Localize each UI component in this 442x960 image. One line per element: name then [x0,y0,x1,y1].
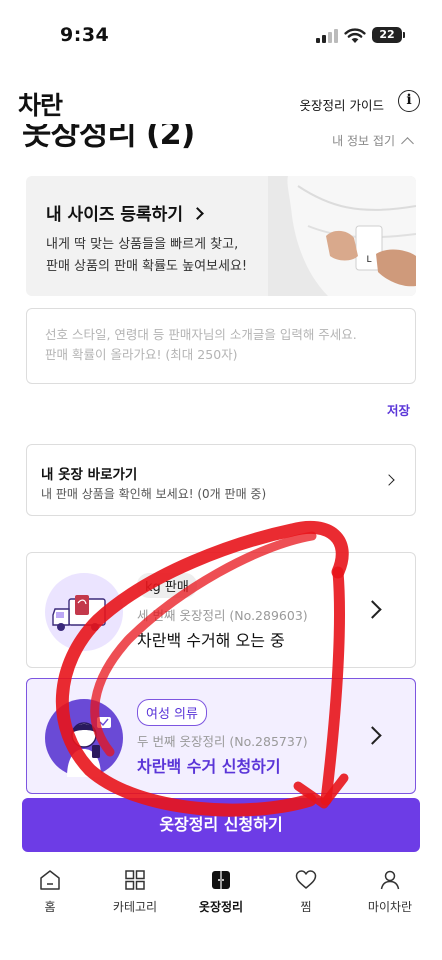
my-closet-subtitle: 내 판매 상품을 확인해 보세요! (0개 판매 중) [41,487,267,501]
tab-label: 마이차란 [367,900,413,914]
status-time: 9:34 [60,24,110,46]
size-card-title-text: 내 사이즈 등록하기 [46,205,183,225]
size-card-title: 내 사이즈 등록하기 [46,200,204,225]
order-status: 차란백 수거해 오는 중 [137,631,285,650]
bottom-tab-bar: 홈 카테고리 옷장정리 찜 마이차란 [0,858,442,960]
closet-cleanup-apply-button[interactable]: 옷장정리 신청하기 [22,798,420,852]
tab-label: 옷장정리 [198,900,244,914]
shirt-label-image: L [268,176,416,296]
heart-icon [295,870,317,889]
chevron-up-icon [401,137,414,150]
order-status: 차란백 수거 신청하기 [137,757,281,776]
my-closet-link[interactable]: 내 옷장 바로가기 내 판매 상품을 확인해 보세요! (0개 판매 중) [26,444,416,516]
tab-wishlist[interactable]: 찜 [266,868,346,915]
home-icon [40,870,60,890]
info-icon[interactable]: i [398,90,420,112]
shirt-tag-size: L [366,255,371,265]
order-number: 두 번째 옷장정리 (No.285737) [137,734,308,749]
intro-placeholder-line2: 판매 확률이 올라가요! (최대 250자) [45,347,238,362]
tab-label: 홈 [44,900,56,914]
tab-my-charan[interactable]: 마이차란 [350,868,430,915]
chevron-right-icon [363,726,382,745]
app-header: 차란 옷장정리 가이드 i [0,84,442,124]
category-grid-icon [125,870,145,890]
cellular-signal-icon [316,29,338,43]
closet-guide-link[interactable]: 옷장정리 가이드 [300,95,384,114]
tab-category[interactable]: 카테고리 [95,868,175,915]
order-number: 세 번째 옷장정리 (No.289603) [137,608,308,623]
tab-label: 찜 [300,900,312,914]
tab-closet[interactable]: 옷장정리 [181,868,261,915]
battery-icon: 22 [372,27,405,43]
delivery-truck-icon [45,573,123,651]
order-tag: kg 판매 [137,573,197,598]
closet-icon [212,871,230,889]
collapse-info-button[interactable]: 내 정보 접기 [332,132,414,150]
size-card-description: 내게 딱 맞는 상품들을 빠르게 찾고, 판매 상품의 판매 확률도 높여보세요… [46,234,247,278]
collapse-label: 내 정보 접기 [332,134,395,148]
order-card-womens-clothing[interactable]: 여성 의류 두 번째 옷장정리 (No.285737) 차란백 수거 신청하기 [26,678,416,794]
size-register-card[interactable]: 내 사이즈 등록하기 내게 딱 맞는 상품들을 빠르게 찾고, 판매 상품의 판… [26,176,416,296]
woman-phone-icon [45,699,123,777]
my-closet-title: 내 옷장 바로가기 [41,467,138,483]
save-button[interactable]: 저장 [387,400,410,419]
order-card-kg-sale[interactable]: kg 판매 세 번째 옷장정리 (No.289603) 차란백 수거해 오는 중 [26,552,416,668]
app-logo[interactable]: 차란 [18,86,63,122]
size-card-desc-line2: 판매 상품의 판매 확률도 높여보세요! [46,259,248,274]
seller-intro-textarea[interactable]: 선호 스타일, 연령대 등 판매자님의 소개글을 입력해 주세요. 판매 확률이… [26,308,416,384]
chevron-right-icon [191,207,204,220]
chevron-right-icon [363,600,382,619]
tab-label: 카테고리 [112,900,158,914]
size-card-desc-line1: 내게 딱 맞는 상품들을 빠르게 찾고, [46,237,239,252]
intro-placeholder-line1: 선호 스타일, 연령대 등 판매자님의 소개글을 입력해 주세요. [45,327,357,342]
order-tag: 여성 의류 [137,699,207,726]
chevron-right-icon [383,474,395,486]
status-bar: 9:34 22 [0,0,442,66]
tab-home[interactable]: 홈 [10,868,90,915]
wifi-icon [344,28,366,43]
person-icon [380,870,400,890]
